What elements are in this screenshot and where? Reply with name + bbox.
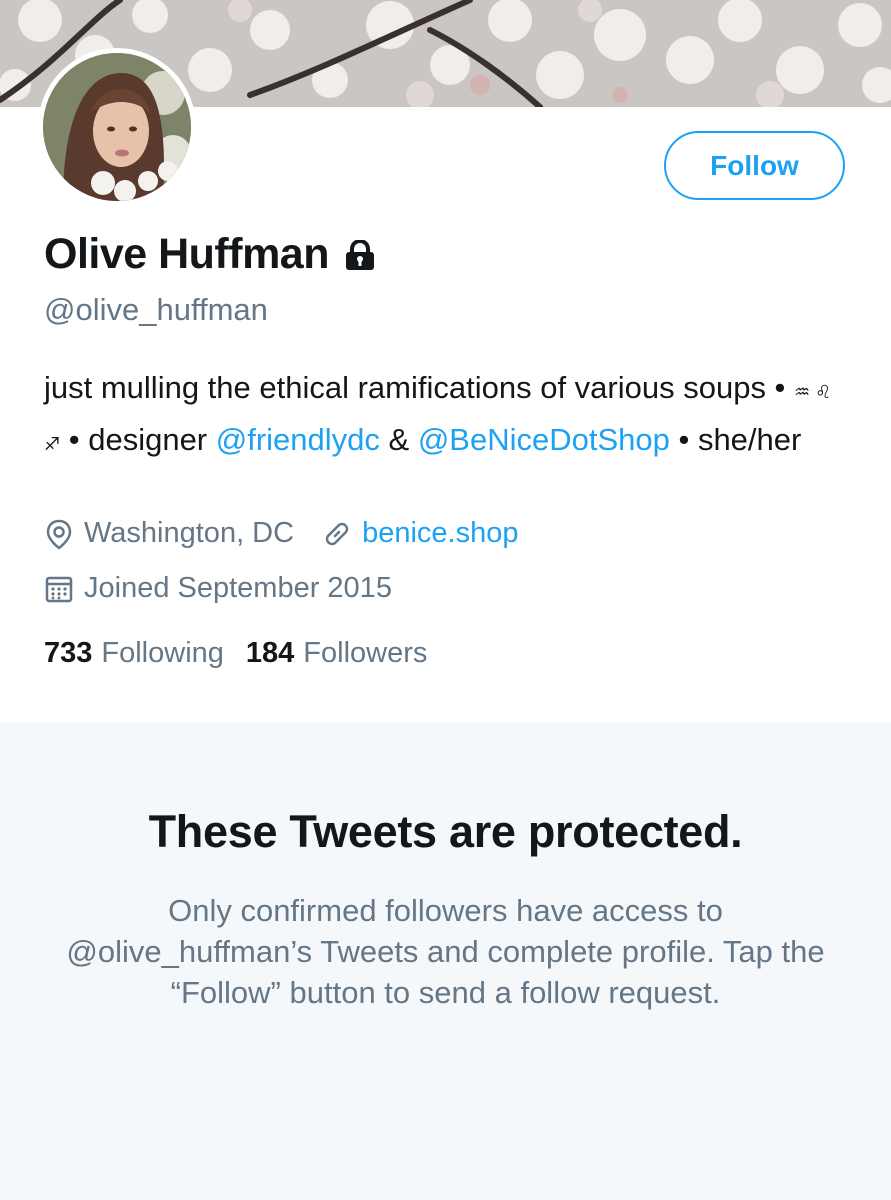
profile-counts: 733 Following 184 Followers xyxy=(44,637,427,670)
bio-text: & xyxy=(379,422,418,457)
bio-text: just mulling the ethical ramifications o… xyxy=(44,370,795,405)
following-count-link[interactable]: 733 Following xyxy=(44,637,224,670)
profile-joined-date: Joined September 2015 xyxy=(84,572,392,604)
mention-link-benicedotshop[interactable]: @BeNiceDotShop xyxy=(418,422,670,457)
profile-location-row: Washington, DC benice.shop xyxy=(44,517,518,550)
lock-icon xyxy=(343,239,377,270)
profile-website-link[interactable]: benice.shop xyxy=(362,517,518,550)
profile-handle: @olive_huffman xyxy=(44,292,268,327)
profile-bio: just mulling the ethical ramifications o… xyxy=(44,364,844,468)
avatar-photo xyxy=(43,53,191,201)
followers-label: Followers xyxy=(303,637,428,669)
link-icon xyxy=(322,519,352,549)
calendar-icon xyxy=(44,574,74,604)
profile-joined-row: Joined September 2015 xyxy=(44,572,392,605)
followers-count-link[interactable]: 184 Followers xyxy=(246,637,427,670)
following-count: 733 xyxy=(44,637,93,669)
protected-title: These Tweets are protected. xyxy=(148,806,743,857)
profile-location: Washington, DC xyxy=(84,517,295,549)
profile-name: Olive Huffman xyxy=(44,230,330,278)
mention-link-friendlydc[interactable]: @friendlydc xyxy=(216,422,380,457)
follow-button[interactable]: Follow xyxy=(664,131,845,200)
bio-text: • designer xyxy=(60,422,216,457)
protected-message: Only confirmed followers have access to … xyxy=(66,893,825,1010)
profile-name-row: Olive Huffman xyxy=(44,230,377,279)
avatar[interactable] xyxy=(38,48,196,206)
following-label: Following xyxy=(101,637,224,669)
followers-count: 184 xyxy=(245,637,295,669)
bio-text: • she/her xyxy=(669,422,802,457)
location-pin-icon xyxy=(44,518,74,550)
